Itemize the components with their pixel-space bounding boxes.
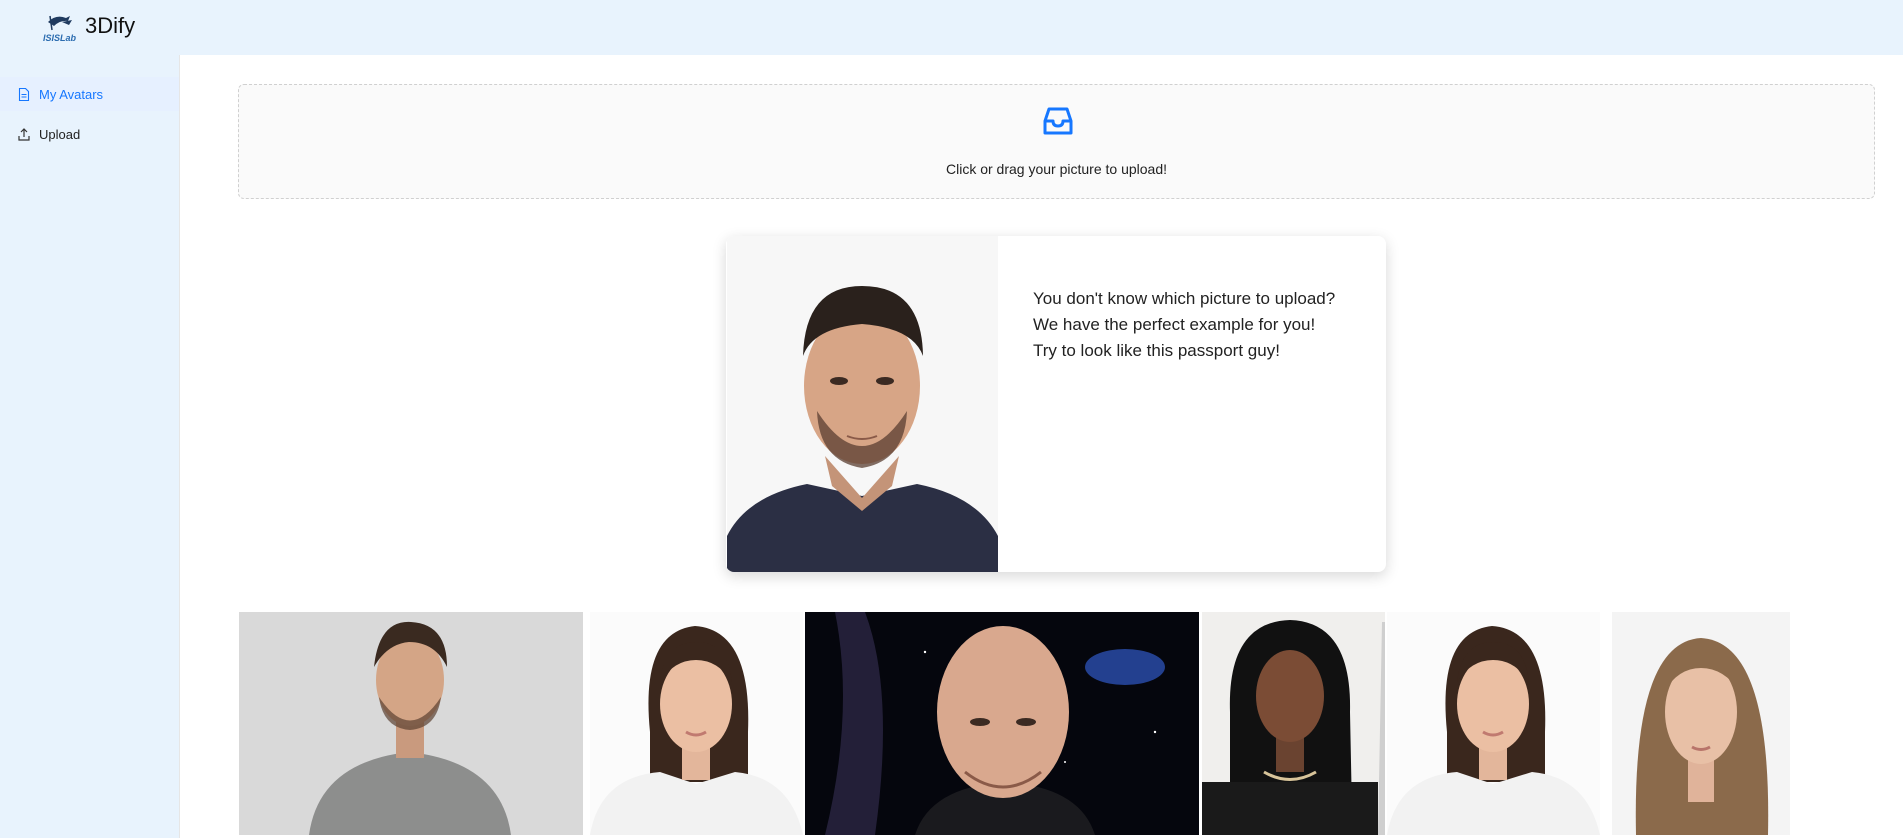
- gallery-photo[interactable]: [590, 612, 803, 835]
- gallery-photo[interactable]: [239, 612, 583, 835]
- example-passport-photo: [727, 236, 998, 572]
- example-line-1: You don't know which picture to upload?: [1033, 289, 1336, 308]
- sidebar-item-my-avatars[interactable]: My Avatars: [0, 77, 179, 111]
- sidebar-item-label: Upload: [39, 126, 81, 142]
- upload-icon: [18, 127, 30, 141]
- example-line-3: Try to look like this passport guy!: [1033, 341, 1280, 360]
- gallery-photo[interactable]: [1202, 612, 1385, 835]
- sidebar-item-label: My Avatars: [39, 86, 104, 102]
- app-title: 3Dify: [85, 13, 136, 38]
- example-line-2: We have the perfect example for you!: [1033, 315, 1316, 334]
- upload-dropzone[interactable]: Click or drag your picture to upload!: [238, 84, 1875, 199]
- sidebar-item-upload[interactable]: Upload: [0, 117, 179, 151]
- top-bar: ISISLab 3Dify: [0, 0, 1903, 55]
- upload-hint: Click or drag your picture to upload!: [946, 161, 1167, 177]
- svg-text:ISISLab: ISISLab: [43, 33, 77, 43]
- gallery-photo[interactable]: [1612, 612, 1790, 835]
- example-card-text: You don't know which picture to upload? …: [1033, 286, 1335, 364]
- isislab-logo-icon[interactable]: ISISLab: [42, 12, 80, 44]
- example-card: You don't know which picture to upload? …: [726, 236, 1386, 572]
- gallery-photo[interactable]: [805, 612, 1199, 835]
- gallery-photo[interactable]: [1387, 612, 1600, 835]
- sidebar: My Avatars Upload: [0, 55, 180, 838]
- file-icon: [18, 87, 30, 101]
- inbox-icon: [1043, 107, 1073, 135]
